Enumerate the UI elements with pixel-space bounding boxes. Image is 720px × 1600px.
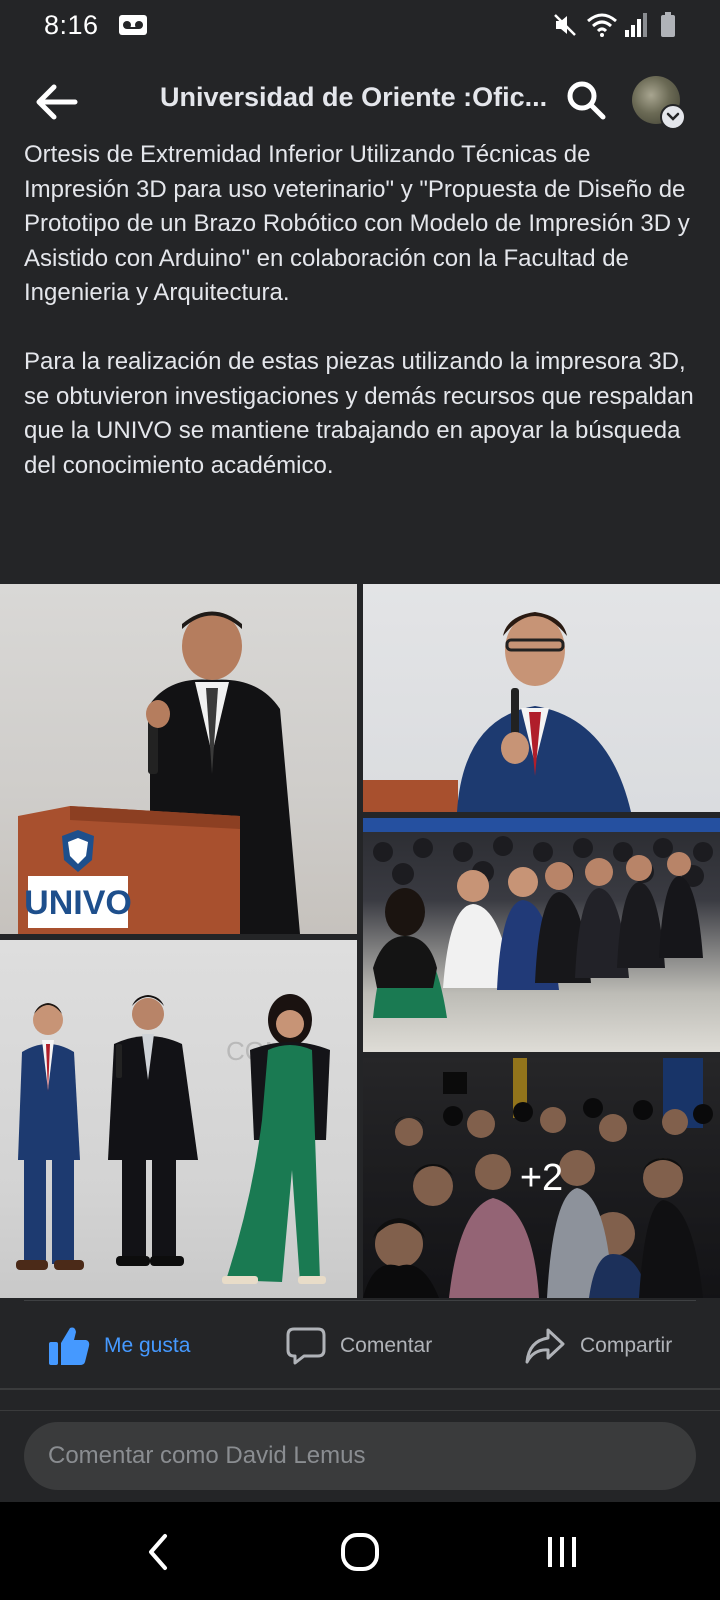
comment-input[interactable]: Comentar como David Lemus <box>24 1422 696 1490</box>
nav-home-button[interactable] <box>330 1522 390 1582</box>
more-photos-count: +2 <box>519 1156 564 1199</box>
comment-label: Comentar <box>340 1334 433 1357</box>
divider <box>0 1410 720 1411</box>
back-arrow-icon <box>36 84 78 120</box>
post-photo-audience-front-row[interactable] <box>363 818 720 1052</box>
post-body: Ortesis de Extremidad Inferior Utilizand… <box>24 138 700 558</box>
comment-button[interactable]: Comentar <box>286 1305 432 1387</box>
mute-icon <box>552 12 578 43</box>
thumbs-up-icon <box>49 1327 90 1365</box>
search-icon <box>567 81 606 120</box>
share-arrow-icon <box>525 1328 565 1364</box>
comment-bubble-icon <box>286 1327 326 1365</box>
page-title[interactable]: Universidad de Oriente :Ofic... <box>160 82 550 113</box>
divider <box>0 1388 720 1390</box>
page-header: Universidad de Oriente :Ofic... <box>0 52 720 148</box>
nav-back-button[interactable] <box>128 1522 188 1582</box>
share-label: Compartir <box>580 1334 673 1357</box>
voicemail-icon <box>118 14 148 41</box>
post-actions-bar: Me gusta Comentar Compartir <box>0 1305 720 1387</box>
account-switch-badge[interactable] <box>660 104 686 130</box>
post-photo-three-presenters[interactable]: CON <box>0 940 357 1298</box>
chevron-left-icon <box>149 1534 167 1570</box>
signal-icon <box>624 12 648 43</box>
like-button[interactable]: Me gusta <box>48 1305 190 1387</box>
more-photos-overlay[interactable]: +2 <box>363 1058 720 1298</box>
status-time: 8:16 <box>44 10 99 40</box>
post-photo-podium-speaker[interactable]: UNIVO <box>0 584 357 934</box>
comment-placeholder: Comentar como David Lemus <box>48 1442 366 1469</box>
post-paragraph: Para la realización de estas piezas util… <box>24 348 694 479</box>
post-paragraph: Ortesis de Extremidad Inferior Utilizand… <box>24 141 690 306</box>
nav-recents-button[interactable] <box>532 1522 592 1582</box>
like-label: Me gusta <box>104 1334 191 1357</box>
post-photo-young-speaker[interactable] <box>363 584 720 812</box>
chevron-down-icon <box>666 112 680 121</box>
share-button[interactable]: Compartir <box>524 1305 672 1387</box>
wifi-icon <box>586 12 618 43</box>
divider <box>24 1300 696 1301</box>
status-bar: 8:16 <box>0 0 720 52</box>
search-button[interactable] <box>562 76 610 124</box>
recents-icon <box>548 1537 576 1567</box>
back-button[interactable] <box>30 76 82 128</box>
home-circle-icon <box>341 1533 379 1571</box>
post-photo-audience-students[interactable]: +2 <box>363 1058 720 1298</box>
system-nav-bar <box>0 1502 720 1600</box>
univo-logo-text: UNIVO <box>24 884 132 922</box>
battery-icon <box>660 12 676 43</box>
